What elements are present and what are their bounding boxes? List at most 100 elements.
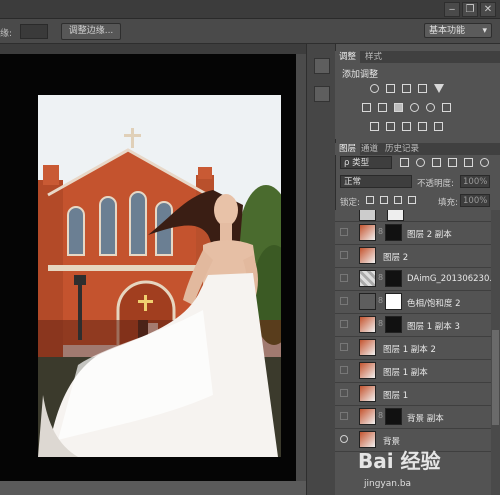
visibility-toggle[interactable] xyxy=(340,389,348,397)
visibility-eye-icon[interactable] xyxy=(340,435,348,443)
visibility-toggle[interactable] xyxy=(340,274,348,282)
layer-name: 背景 副本 xyxy=(407,414,444,424)
lock-label: 锁定: xyxy=(340,198,360,208)
layer-row[interactable]: 8 色相/饱和度 2 xyxy=(335,291,491,314)
visibility-toggle[interactable] xyxy=(340,343,348,351)
layer-thumbnail xyxy=(359,224,376,241)
layer-row[interactable]: 8 图层 1 副本 3 xyxy=(335,314,491,337)
fill-input[interactable]: 100% xyxy=(460,194,490,207)
layer-thumbnail xyxy=(359,385,376,402)
layer-filter-icons xyxy=(400,158,489,168)
brightness-icon[interactable] xyxy=(370,84,379,93)
photo-filter-icon[interactable] xyxy=(410,103,419,112)
link-icon: 8 xyxy=(378,296,384,305)
fill-label: 填充: xyxy=(438,198,458,208)
exposure-icon[interactable] xyxy=(418,84,427,93)
visibility-toggle[interactable] xyxy=(340,320,348,328)
layer-thumbnail xyxy=(359,270,376,287)
smart-object-filter-icon[interactable] xyxy=(464,158,473,167)
layer-row[interactable]: 图层 2 xyxy=(335,245,491,268)
layer-mask-thumbnail xyxy=(385,293,402,310)
option-label: 缘: xyxy=(0,29,13,39)
tab-adjustments[interactable]: 调整 xyxy=(335,51,361,63)
layers-scrollbar-thumb[interactable] xyxy=(492,330,499,425)
layer-filter-select[interactable]: ρ 类型 xyxy=(340,156,392,169)
hue-saturation-icon[interactable] xyxy=(362,103,371,112)
wedding-photo xyxy=(38,95,281,457)
selective-color-icon[interactable] xyxy=(434,122,443,131)
adjustment-filter-icon[interactable] xyxy=(416,158,425,167)
document-tab-strip xyxy=(0,44,306,54)
shape-filter-icon[interactable] xyxy=(448,158,457,167)
layer-mask-thumbnail xyxy=(385,270,402,287)
lock-pixels-icon[interactable] xyxy=(380,196,388,204)
curves-icon[interactable] xyxy=(402,84,411,93)
layer-name: DAimG_201306230... xyxy=(407,274,491,284)
visibility-toggle[interactable] xyxy=(340,228,348,236)
opacity-input[interactable]: 100% xyxy=(460,175,490,188)
adjustments-title: 添加调整 xyxy=(342,70,379,80)
threshold-icon[interactable] xyxy=(402,122,411,131)
link-icon: 8 xyxy=(378,411,384,420)
tab-styles[interactable]: 样式 xyxy=(361,51,386,63)
levels-icon[interactable] xyxy=(386,84,395,93)
visibility-toggle[interactable] xyxy=(340,297,348,305)
adjustments-panel-icon[interactable] xyxy=(314,58,330,74)
gradient-map-icon[interactable] xyxy=(418,122,427,131)
layer-thumbnail xyxy=(359,210,376,221)
baidu-watermark-logo: Bai 经验 xyxy=(358,449,441,473)
tab-channels[interactable]: 通道 xyxy=(357,143,382,155)
channel-mixer-icon[interactable] xyxy=(426,103,435,112)
visibility-toggle[interactable] xyxy=(340,366,348,374)
layer-row[interactable]: 图层 1 副本 2 xyxy=(335,337,491,360)
layer-name: 图层 1 副本 2 xyxy=(383,345,436,355)
layers-tab-bar: 图层 通道 历史记录 xyxy=(335,143,500,155)
black-white-icon[interactable] xyxy=(394,103,403,112)
vibrance-icon[interactable] xyxy=(434,84,444,93)
lock-all-icon[interactable] xyxy=(408,196,416,204)
visibility-toggle[interactable] xyxy=(340,412,348,420)
invert-icon[interactable] xyxy=(370,122,379,131)
lock-position-icon[interactable] xyxy=(394,196,402,204)
layer-mask-thumbnail xyxy=(385,316,402,333)
lock-icons xyxy=(366,196,436,206)
link-icon: 8 xyxy=(378,273,384,282)
layer-name: 图层 2 xyxy=(383,253,409,263)
link-icon: 8 xyxy=(378,319,384,328)
filter-toggle-icon[interactable] xyxy=(480,158,489,167)
properties-panel-icon[interactable] xyxy=(314,86,330,102)
chevron-down-icon: ▾ xyxy=(482,26,487,36)
layer-row[interactable]: 8 背景 副本 xyxy=(335,406,491,429)
layer-mask-thumbnail xyxy=(387,210,404,221)
link-icon: 8 xyxy=(378,227,384,236)
pixel-filter-icon[interactable] xyxy=(400,158,409,167)
layer-name: 图层 2 副本 xyxy=(407,230,452,240)
layer-row[interactable]: 8 DAimG_201306230... xyxy=(335,268,491,291)
canvas-scrollbar[interactable] xyxy=(296,54,306,481)
adjustments-tab-bar: 调整 样式 xyxy=(335,51,500,63)
layer-row[interactable]: 图层 1 xyxy=(335,383,491,406)
visibility-toggle[interactable] xyxy=(340,251,348,259)
lock-transparent-icon[interactable] xyxy=(366,196,374,204)
layer-mask-thumbnail xyxy=(385,408,402,425)
refine-edge-button[interactable]: 调整边缘... xyxy=(61,23,121,40)
color-balance-icon[interactable] xyxy=(378,103,387,112)
layer-row[interactable]: 8 图层 2 副本 xyxy=(335,222,491,245)
restore-button[interactable]: ❐ xyxy=(462,2,478,17)
layer-name: 色相/饱和度 2 xyxy=(407,299,461,309)
opacity-label: 不透明度: xyxy=(417,179,454,189)
blend-mode-select[interactable]: 正常 xyxy=(340,175,412,188)
type-filter-icon[interactable] xyxy=(432,158,441,167)
close-button[interactable]: ✕ xyxy=(480,2,496,17)
baidu-watermark-url: jingyan.ba xyxy=(364,479,412,489)
layer-mask-thumbnail xyxy=(385,224,402,241)
layer-row[interactable]: 图层 1 副本 xyxy=(335,360,491,383)
partial-layer-row[interactable] xyxy=(335,210,491,222)
workspace-select[interactable]: 基本功能 ▾ xyxy=(424,23,492,38)
option-input[interactable] xyxy=(20,24,48,39)
posterize-icon[interactable] xyxy=(386,122,395,131)
minimize-button[interactable]: ‒ xyxy=(444,2,460,17)
color-lookup-icon[interactable] xyxy=(442,103,451,112)
tab-history[interactable]: 历史记录 xyxy=(381,143,423,155)
title-bar: ‒ ❐ ✕ xyxy=(0,0,500,19)
